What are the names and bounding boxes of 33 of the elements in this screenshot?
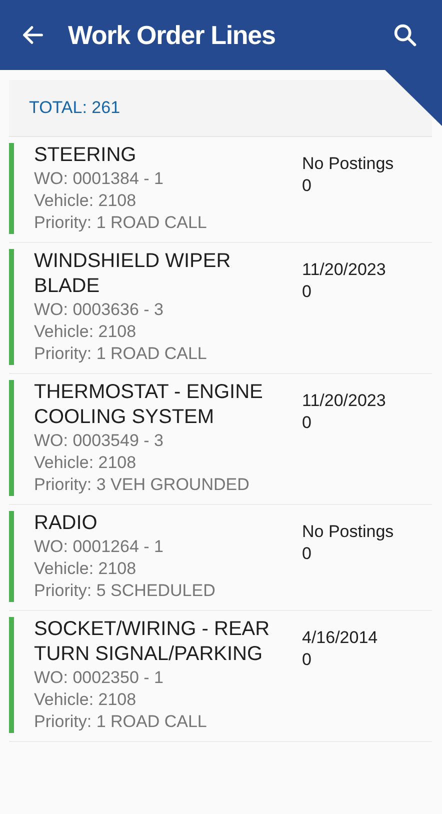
vehicle-number: Vehicle: 2108: [34, 558, 138, 580]
priority: Priority: 1 ROAD CALL: [34, 343, 208, 365]
vehicle-number: Vehicle: 2108: [34, 452, 138, 474]
search-icon[interactable]: [392, 22, 418, 48]
posting-date: No Postings: [302, 153, 395, 175]
priority: Priority: 1 ROAD CALL: [34, 711, 208, 733]
work-order-number: WO: 0001384 - 1: [34, 168, 164, 190]
line-title: RADIO: [34, 511, 98, 536]
line-title: STEERING: [34, 143, 138, 168]
line-title: SOCKET/WIRING - REAR TURN SIGNAL/PARKING: [34, 617, 271, 667]
work-order-number: WO: 0003549 - 3: [34, 430, 164, 452]
work-order-number: WO: 0003636 - 3: [34, 299, 164, 321]
work-order-number: WO: 0002350 - 1: [34, 667, 164, 689]
screen-title: Work Order Lines: [68, 18, 276, 52]
posting-date: 11/20/2023: [302, 259, 387, 281]
priority: Priority: 5 SCHEDULED: [34, 580, 216, 602]
posting-date: 11/20/2023: [302, 390, 387, 412]
vehicle-number: Vehicle: 2108: [34, 190, 138, 212]
priority: Priority: 3 VEH GROUNDED: [34, 474, 250, 496]
total-count: TOTAL: 261: [29, 97, 120, 120]
posting-count: 0: [302, 281, 312, 303]
line-title: THERMOSTAT - ENGINE COOLING SYSTEM: [34, 380, 264, 430]
work-order-number: WO: 0001264 - 1: [34, 536, 164, 558]
posting-count: 0: [302, 412, 312, 434]
line-title: WINDSHIELD WIPER BLADE: [34, 249, 232, 299]
posting-date: No Postings: [302, 521, 395, 543]
posting-date: 4/16/2014: [302, 627, 379, 649]
vehicle-number: Vehicle: 2108: [34, 689, 138, 711]
posting-count: 0: [302, 543, 312, 565]
vehicle-number: Vehicle: 2108: [34, 321, 138, 343]
posting-count: 0: [302, 649, 312, 671]
posting-count: 0: [302, 175, 312, 197]
priority: Priority: 1 ROAD CALL: [34, 212, 208, 234]
